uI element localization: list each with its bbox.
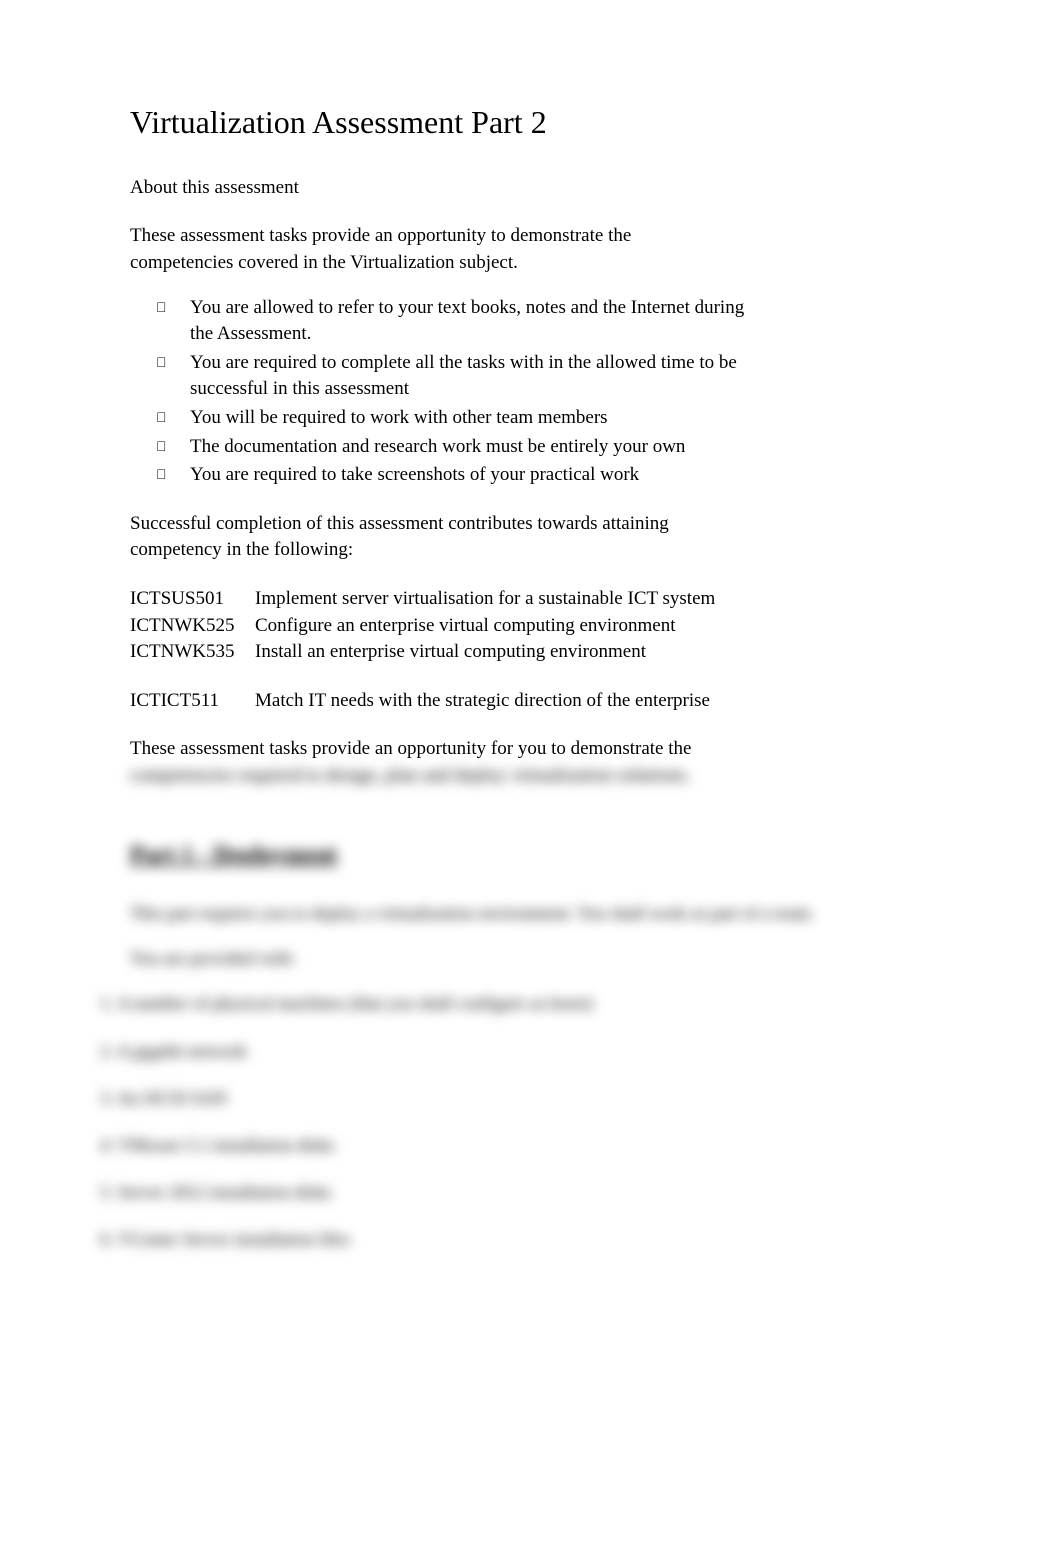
competency-table: ICTSUS501 Implement server virtualisatio…	[130, 586, 932, 714]
table-row: ICTNWK525 Configure an enterprise virtua…	[130, 613, 932, 640]
list-item:  You are required to complete all the t…	[150, 350, 932, 403]
competency-code: ICTSUS501	[130, 586, 255, 613]
competency-code: ICTICT511	[130, 688, 255, 715]
blurred-list-item: 2. A gigabit network	[100, 1039, 932, 1064]
bullet-icon: 	[156, 405, 190, 432]
competency-description: Configure an enterprise virtual computin…	[255, 613, 932, 640]
competency-description: Install an enterprise virtual computing …	[255, 639, 932, 666]
bullet-icon: 	[156, 295, 190, 348]
table-row: ICTICT511 Match IT needs with the strate…	[130, 688, 932, 715]
list-item:  You are required to take screenshots o…	[150, 462, 932, 489]
closing-paragraph: These assessment tasks provide an opport…	[130, 736, 730, 789]
competency-code: ICTNWK535	[130, 639, 255, 666]
blurred-paragraph: You are provided with:	[130, 946, 932, 971]
competency-code: ICTNWK525	[130, 613, 255, 640]
blurred-heading: Part 1 - Deployment	[130, 839, 932, 873]
blurred-paragraph: This part requires you to deploy a virtu…	[130, 901, 932, 926]
intro-paragraph: These assessment tasks provide an opport…	[130, 223, 730, 276]
completion-paragraph: Successful completion of this assessment…	[130, 511, 730, 564]
page-title: Virtualization Assessment Part 2	[130, 100, 932, 145]
list-item-text: You are allowed to refer to your text bo…	[190, 295, 750, 348]
bullet-icon: 	[156, 462, 190, 489]
list-item-text: You will be required to work with other …	[190, 405, 750, 432]
bullet-icon: 	[156, 434, 190, 461]
closing-clear-text: These assessment tasks provide an opport…	[130, 738, 691, 759]
list-item:  You will be required to work with othe…	[150, 405, 932, 432]
closing-blurred-text: competencies required to design, plan an…	[130, 765, 690, 786]
list-item:  You are allowed to refer to your text …	[150, 295, 932, 348]
list-item-text: You are required to take screenshots of …	[190, 462, 750, 489]
table-row: ICTSUS501 Implement server virtualisatio…	[130, 586, 932, 613]
list-item-text: You are required to complete all the tas…	[190, 350, 750, 403]
blurred-list-item: 5. Server 2012 installation disks	[100, 1180, 932, 1205]
blurred-list-item: 4. VMware 5.1 installation disks	[100, 1133, 932, 1158]
list-item-text: The documentation and research work must…	[190, 434, 750, 461]
bullet-icon: 	[156, 350, 190, 403]
table-row: ICTNWK535 Install an enterprise virtual …	[130, 639, 932, 666]
list-item:  The documentation and research work mu…	[150, 434, 932, 461]
competency-description: Match IT needs with the strategic direct…	[255, 688, 932, 715]
blurred-list-item: 6. VCenter Server installation files	[100, 1227, 932, 1252]
blurred-preview-section: Part 1 - Deployment This part requires y…	[130, 789, 932, 1252]
blurred-list-item: 1. A number of physical machines (that y…	[100, 991, 932, 1016]
competency-description: Implement server virtualisation for a su…	[255, 586, 932, 613]
blurred-list-item: 3. An iSCSI SAN	[100, 1086, 932, 1111]
section-subtitle: About this assessment	[130, 175, 932, 202]
assessment-rules-list:  You are allowed to refer to your text …	[150, 295, 932, 489]
